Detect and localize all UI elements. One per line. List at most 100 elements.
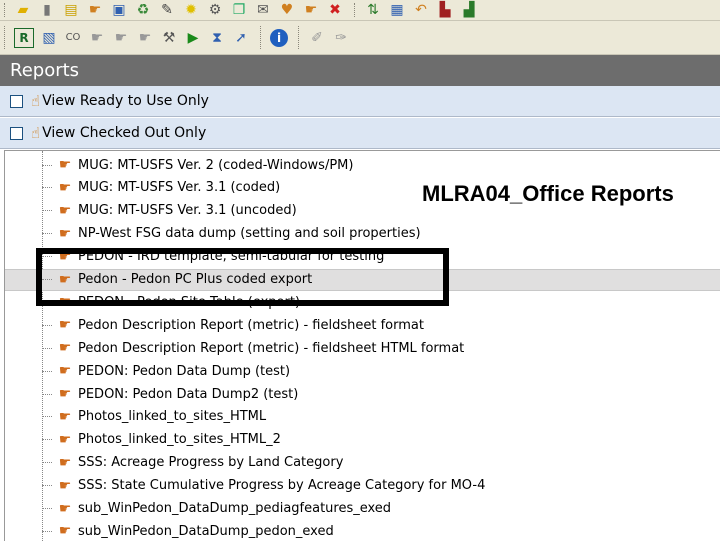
- hand-icon[interactable]: ☛: [86, 1, 104, 19]
- checked-out-hand-icon: ☝: [31, 124, 41, 142]
- report-list-item[interactable]: ☛ Pedon Description Report (metric) - fie…: [5, 314, 720, 336]
- report-list-item[interactable]: ☛ PEDON - Pedon Site Table (export): [5, 291, 720, 313]
- tree-branch: [42, 187, 52, 189]
- tree-branch: [42, 347, 52, 349]
- hand-icon[interactable]: ☛: [302, 1, 320, 19]
- report-list-item[interactable]: ☛ Pedon - Pedon PC Plus coded export: [5, 268, 720, 291]
- toolbar-grip[interactable]: [354, 3, 358, 17]
- report-label: sub_WinPedon_DataDump_pediagfeatures_exe…: [78, 501, 392, 516]
- hand-icon: ☛: [58, 225, 72, 242]
- report-list-item[interactable]: ☛ SSS: State Cumulative Progress by Acrea…: [5, 475, 720, 497]
- report-list-item[interactable]: ☛ sub_WinPedon_DataDump_pedon_exed: [5, 520, 720, 541]
- tree-branch: [42, 324, 52, 326]
- hand-icon: ☛: [58, 408, 72, 425]
- edit-icon[interactable]: ✎: [158, 1, 176, 19]
- hand-icon: ☛: [58, 248, 72, 265]
- report-label: Photos_linked_to_sites_HTML_2: [78, 432, 281, 448]
- tree-branch: [42, 508, 52, 509]
- hand-icon: ☛: [58, 431, 72, 448]
- tree-branch: [42, 301, 52, 303]
- ready-to-use-checkbox[interactable]: [10, 94, 23, 108]
- hand-icon: ☛: [58, 202, 72, 219]
- gear-icon[interactable]: ⚙: [206, 1, 224, 19]
- report-list-item[interactable]: ☛ Photos_linked_to_sites_HTML: [5, 406, 720, 428]
- tree-branch: [42, 485, 52, 487]
- toolbar-grip[interactable]: [4, 3, 8, 17]
- report-label: Pedon Description Report (metric) - fiel…: [78, 340, 465, 356]
- main-toolbar: ▰ ▮ ▤ ☛ ▣ ♻ ✎ ✹ ⚙ ❐ ✉ ♥ ☛ ✖ ⇅ ▦ ↶ ▙ ▟: [0, 0, 720, 21]
- hand-icon: ☛: [58, 157, 72, 173]
- report-label: SSS: Acreage Progress by Land Category: [78, 455, 344, 471]
- tools-icon[interactable]: ⚒: [160, 29, 178, 47]
- hand-icon: ☛: [58, 500, 72, 517]
- open-icon[interactable]: ▤: [62, 1, 80, 19]
- report-list-item[interactable]: ☛ PEDON - IRD template, semi-tabular for …: [5, 246, 720, 268]
- tree-branch: [42, 370, 52, 372]
- tree-branch: [42, 210, 52, 212]
- hand-icon: ☛: [58, 454, 72, 471]
- report-label: PEDON - IRD template, semi-tabular for t…: [78, 249, 385, 265]
- refresh-icon[interactable]: ♻: [134, 1, 152, 19]
- overlay-title: MLRA04_Office Reports: [422, 181, 674, 206]
- pin-icon[interactable]: ✐: [308, 29, 326, 47]
- copy-icon[interactable]: ❐: [230, 1, 248, 19]
- tree-branch: [42, 416, 52, 418]
- mail-icon[interactable]: ✉: [254, 1, 272, 19]
- delete-icon[interactable]: ✖: [326, 1, 344, 19]
- hand-icon[interactable]: ☛: [88, 29, 106, 47]
- filter-label: View Ready to Use Only: [42, 93, 209, 109]
- filter-checked-out[interactable]: ☝ View Checked Out Only: [0, 118, 720, 149]
- filter-ready-to-use[interactable]: ☝ View Ready to Use Only: [0, 86, 720, 117]
- play-icon[interactable]: ▶: [184, 29, 202, 47]
- tree-branch: [42, 439, 52, 441]
- toolbar-grip[interactable]: [298, 25, 302, 50]
- report-label: MUG: MT-USFS Ver. 2 (coded-Windows/PM): [78, 157, 354, 173]
- report-label: PEDON - Pedon Site Table (export): [78, 294, 301, 310]
- report-label: Pedon - Pedon PC Plus coded export: [78, 272, 313, 287]
- report-list-item[interactable]: ☛ PEDON: Pedon Data Dump2 (test): [5, 383, 720, 405]
- report-list-item[interactable]: ☛ SSS: Acreage Progress by Land Category: [5, 452, 720, 474]
- arrow-icon[interactable]: ➚: [232, 29, 250, 47]
- export-icon[interactable]: ▟: [460, 1, 478, 19]
- save-icon[interactable]: ▣: [110, 1, 128, 19]
- hand-icon: ☛: [58, 317, 72, 334]
- report-list-item[interactable]: ☛ MUG: MT-USFS Ver. 2 (coded-Windows/PM): [5, 154, 720, 176]
- toolbar-grip[interactable]: [260, 25, 264, 50]
- sort-icon[interactable]: ⇅: [364, 1, 382, 19]
- tree-branch: [42, 256, 52, 258]
- report-icon[interactable]: R: [14, 27, 34, 48]
- report-list-item[interactable]: ☛ Photos_linked_to_sites_HTML_2: [5, 429, 720, 451]
- heart-icon[interactable]: ♥: [278, 1, 296, 19]
- report-list[interactable]: ☛ MUG: MT-USFS Ver. 2 (coded-Windows/PM) ☛…: [4, 150, 720, 541]
- trash-icon[interactable]: ▮: [38, 1, 56, 19]
- step-icon[interactable]: ⧗: [208, 29, 226, 47]
- hand-icon: ☝: [31, 92, 41, 110]
- print-icon[interactable]: ▙: [436, 1, 454, 19]
- report-list-item[interactable]: ☛ Pedon Description Report (metric) - fie…: [5, 337, 720, 359]
- hand-icon: ☛: [58, 386, 72, 402]
- wand-icon[interactable]: ✑: [332, 29, 350, 47]
- toolbar-grip[interactable]: [4, 25, 8, 50]
- folder-icon[interactable]: ▰: [14, 1, 32, 19]
- hand-icon[interactable]: ☛: [136, 29, 154, 47]
- checkout-icon[interactable]: CO: [64, 29, 82, 47]
- lightbulb-icon[interactable]: ✹: [182, 1, 200, 19]
- checked-out-checkbox[interactable]: [10, 126, 23, 140]
- report-list-item[interactable]: ☛ NP-West FSG data dump (setting and soil…: [5, 223, 720, 245]
- report-label: Photos_linked_to_sites_HTML: [78, 409, 267, 425]
- panel-title: Reports: [0, 55, 720, 86]
- report-label: sub_WinPedon_DataDump_pedon_exed: [78, 523, 334, 539]
- grid-icon[interactable]: ▦: [388, 1, 406, 19]
- report-label: MUG: MT-USFS Ver. 3.1 (coded): [78, 180, 281, 196]
- tree-branch: [42, 164, 52, 166]
- add-icon[interactable]: ▧: [40, 29, 58, 47]
- undo-icon[interactable]: ↶: [412, 1, 430, 19]
- report-list-item[interactable]: ☛ PEDON: Pedon Data Dump (test): [5, 360, 720, 382]
- tree-branch: [42, 462, 52, 464]
- hand-icon: ☛: [58, 523, 72, 540]
- report-label: Pedon Description Report (metric) - fiel…: [78, 317, 424, 333]
- hand-icon[interactable]: ☛: [112, 29, 130, 47]
- report-list-item[interactable]: ☛ sub_WinPedon_DataDump_pediagfeatures_ex…: [5, 498, 720, 520]
- report-label: PEDON: Pedon Data Dump (test): [78, 363, 291, 379]
- info-icon[interactable]: i: [270, 28, 288, 47]
